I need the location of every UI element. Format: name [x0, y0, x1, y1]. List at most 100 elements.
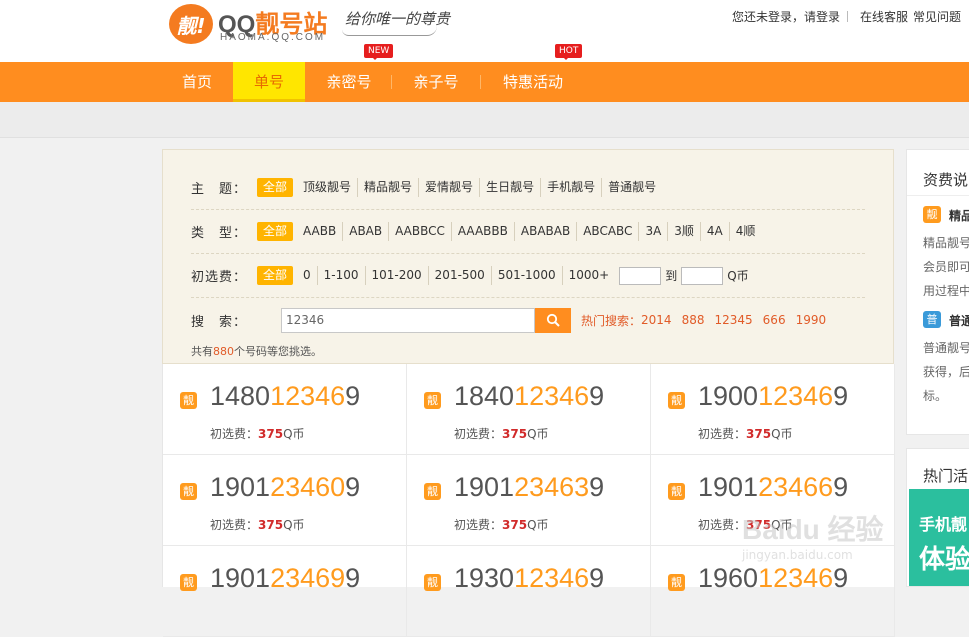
number-value[interactable]: 1930123469	[454, 563, 604, 594]
theme-option[interactable]: 精品靓号	[358, 178, 420, 197]
hot-search-item[interactable]: 666	[763, 313, 786, 327]
fee-to-label: 到	[665, 269, 678, 283]
number-prefix: 1901	[210, 563, 271, 593]
fee-unit: Q币	[527, 518, 549, 532]
logo-mark[interactable]: 靓!	[169, 4, 213, 44]
divider	[846, 11, 848, 22]
fee-option[interactable]: 1000+	[563, 266, 616, 285]
fee-label: 初选费：	[210, 427, 259, 441]
number-prefix: 1840	[454, 381, 515, 411]
number-card[interactable]: 靓 1960123469	[651, 546, 895, 637]
nav-item-parent-child[interactable]: 亲子号	[400, 62, 472, 102]
theme-option-all[interactable]: 全部	[257, 178, 294, 197]
hot-search-item[interactable]: 888	[682, 313, 705, 327]
search-input[interactable]: 12346	[281, 307, 536, 333]
nav-item-single[interactable]: 单号	[233, 62, 305, 102]
type-option[interactable]: 3A	[639, 222, 669, 241]
premium-tag-icon: 靓	[180, 574, 197, 591]
number-card[interactable]: 靓 1901234669 初选费：375Q币	[651, 455, 895, 546]
premium-tag-icon: 靓	[668, 392, 685, 409]
premium-tag-icon: 靓	[424, 483, 441, 500]
number-value[interactable]: 1901234669	[698, 472, 848, 503]
number-suffix: 9	[589, 563, 605, 593]
fee-option-all[interactable]: 全部	[257, 266, 294, 285]
activity-banner[interactable]: 手机靓 体验	[909, 489, 969, 586]
number-card[interactable]: 靓 1901234609 初选费：375Q币	[163, 455, 407, 546]
fee-option[interactable]: 201-500	[429, 266, 492, 285]
fee-option[interactable]: 101-200	[366, 266, 429, 285]
normal-title: 普通	[949, 314, 969, 328]
number-prefix: 1960	[698, 563, 759, 593]
number-card[interactable]: 靓 1930123469	[407, 546, 651, 637]
type-option[interactable]: ABABAB	[515, 222, 578, 241]
hot-search-item[interactable]: 12345	[714, 313, 752, 327]
type-option[interactable]: 3顺	[668, 222, 701, 241]
search-row: 搜 索： 12346 热门搜索： 2014 888 12345 666 1990	[191, 305, 826, 335]
number-grid: 靓 1480123469 初选费：375Q币 靓 1840123469 初选费：…	[162, 364, 895, 637]
nav-item-intimate[interactable]: 亲密号	[313, 62, 385, 102]
fee-max-input[interactable]	[681, 266, 724, 285]
theme-option[interactable]: 手机靓号	[541, 178, 603, 197]
logo-url: HAOMA.QQ.COM	[220, 32, 326, 43]
theme-option[interactable]: 爱情靓号	[419, 178, 481, 197]
number-suffix: 9	[589, 381, 605, 411]
fee-option[interactable]: 501-1000	[492, 266, 563, 285]
count-prefix: 共有	[191, 345, 213, 358]
main-nav: 首页 单号 亲密号 亲子号 特惠活动	[0, 62, 969, 102]
number-value[interactable]: 1901234609	[210, 472, 360, 503]
premium-desc-line: 会员即可	[923, 260, 969, 274]
fee-option[interactable]: 0	[297, 266, 318, 285]
number-value[interactable]: 1900123469	[698, 381, 848, 412]
number-prefix: 1900	[698, 381, 759, 411]
type-option[interactable]: AABB	[297, 222, 344, 241]
fee-min-input[interactable]	[619, 266, 662, 285]
fee-unit-label: Q币	[727, 269, 749, 283]
premium-desc-line: 精品靓号	[923, 236, 969, 250]
nav-item-home[interactable]: 首页	[168, 62, 226, 102]
slogan-underline	[342, 26, 437, 36]
number-value[interactable]: 1840123469	[454, 381, 604, 412]
number-card[interactable]: 靓 1480123469 初选费：375Q币	[163, 364, 407, 455]
search-button[interactable]	[535, 307, 572, 333]
type-option[interactable]: AABBCC	[389, 222, 452, 241]
type-option[interactable]: AAABBB	[452, 222, 515, 241]
normal-desc-line: 获得，后	[923, 365, 969, 379]
faq-link[interactable]: 常见问题	[913, 8, 961, 25]
type-option[interactable]: ABAB	[343, 222, 390, 241]
number-value[interactable]: 1960123469	[698, 563, 848, 594]
hot-activity-title: 热门活	[923, 467, 969, 485]
premium-tag-icon: 靓	[180, 483, 197, 500]
banner-line-2: 体验	[919, 545, 969, 575]
theme-option[interactable]: 顶级靓号	[297, 178, 359, 197]
fee-option[interactable]: 1-100	[318, 266, 366, 285]
theme-label: 主 题：	[191, 182, 248, 197]
online-service-link[interactable]: 在线客服	[860, 8, 908, 25]
number-card[interactable]: 靓 1900123469 初选费：375Q币	[651, 364, 895, 455]
type-option[interactable]: ABCABC	[577, 222, 640, 241]
theme-option[interactable]: 普通靓号	[602, 178, 662, 197]
nav-item-promotions[interactable]: 特惠活动	[490, 62, 576, 102]
number-value[interactable]: 1480123469	[210, 381, 360, 412]
type-option[interactable]: 4顺	[730, 222, 762, 241]
number-highlight: 23469	[270, 563, 346, 593]
hot-search-item[interactable]: 1990	[796, 313, 827, 327]
fee-unit: Q币	[527, 427, 549, 441]
number-value[interactable]: 1901234699	[210, 563, 360, 594]
number-prefix: 1901	[210, 472, 271, 502]
nav-divider	[480, 75, 481, 89]
number-card[interactable]: 靓 1901234699	[163, 546, 407, 637]
divider	[907, 195, 969, 196]
fee-label: 初选费：	[191, 270, 248, 285]
number-card[interactable]: 靓 1901234639 初选费：375Q币	[407, 455, 651, 546]
fee-info-panel: 资费说 靓 精品 精品靓号 会员即可 用过程中 普 普通 普通靓号 获得，后 标…	[906, 149, 969, 435]
top-links: 您还未登录，请登录 在线客服 常见问题	[732, 8, 961, 25]
number-value[interactable]: 1901234639	[454, 472, 604, 503]
login-link[interactable]: 您还未登录，请登录	[732, 8, 840, 25]
type-option-all[interactable]: 全部	[257, 222, 294, 241]
number-prefix: 1930	[454, 563, 515, 593]
number-card[interactable]: 靓 1840123469 初选费：375Q币	[407, 364, 651, 455]
type-option[interactable]: 4A	[701, 222, 730, 241]
theme-option[interactable]: 生日靓号	[480, 178, 542, 197]
number-highlight: 12346	[514, 381, 590, 411]
hot-search-item[interactable]: 2014	[641, 313, 672, 327]
